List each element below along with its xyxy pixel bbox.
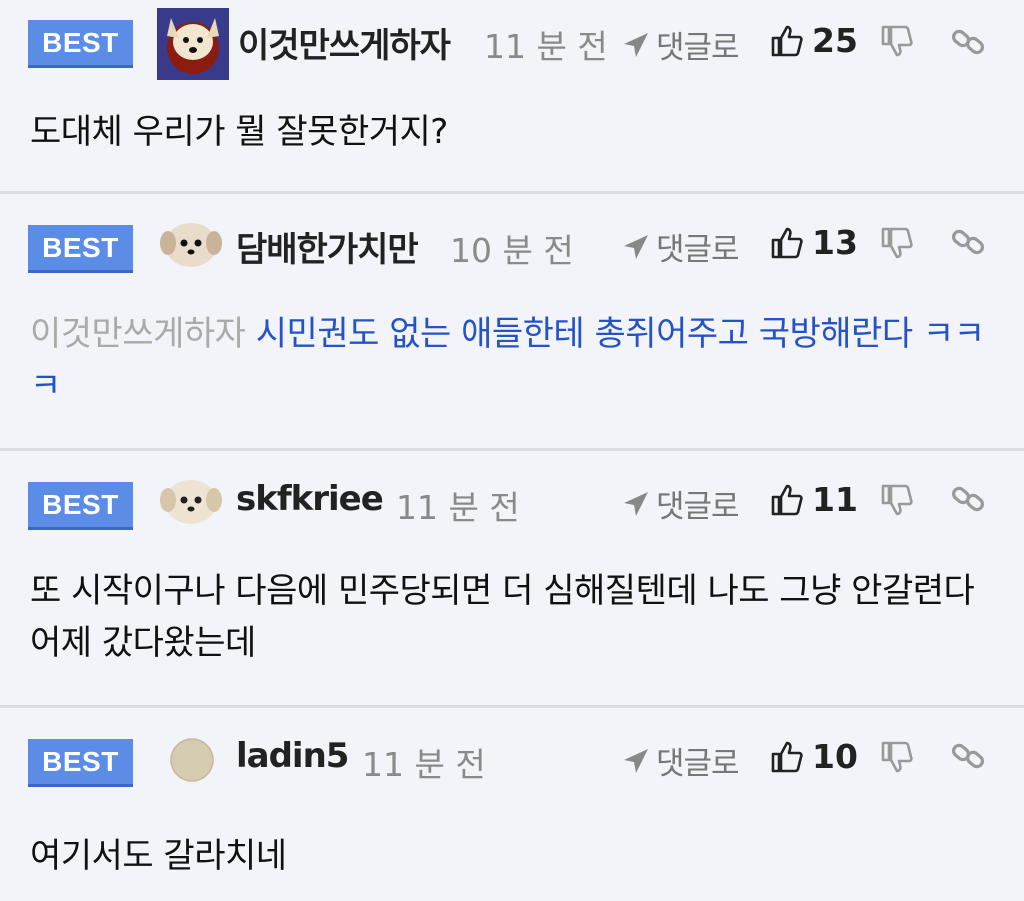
comment-text: 도대체 우리가 뭘 잘못한거지? bbox=[30, 112, 448, 152]
link-icon[interactable] bbox=[950, 738, 986, 774]
like-button[interactable]: 13 bbox=[770, 223, 858, 262]
best-badge: BEST bbox=[28, 482, 133, 530]
timestamp: 11 분 전 bbox=[396, 488, 520, 527]
comment-item: BEST skfkriee 11 분 전 댓글로 11 또 시작이구나 다음에 … bbox=[0, 451, 1024, 708]
reply-button[interactable]: 댓글로 bbox=[620, 22, 740, 67]
user-avatar-default-icon[interactable] bbox=[170, 738, 214, 782]
thumbs-up-icon bbox=[771, 227, 803, 258]
best-badge: BEST bbox=[28, 739, 133, 787]
username[interactable]: 이것만쓰게하자 bbox=[238, 18, 451, 67]
best-badge: BEST bbox=[28, 20, 133, 68]
thumbs-down-icon[interactable] bbox=[880, 24, 914, 58]
thumbs-up-icon bbox=[771, 25, 803, 56]
thumbs-down-icon[interactable] bbox=[880, 226, 914, 260]
comment-item: BEST 이것만쓰게하자 11 분 전 댓글로 25 도대체 우리가 뭘 잘못한… bbox=[0, 0, 1024, 194]
like-count: 13 bbox=[812, 223, 858, 262]
thumbs-up-icon bbox=[771, 741, 803, 772]
like-button[interactable]: 10 bbox=[770, 737, 858, 776]
comment-text: 여기서도 갈라치네 bbox=[30, 836, 287, 876]
user-avatar-dog-icon[interactable] bbox=[157, 8, 229, 80]
thumbs-up-icon bbox=[771, 484, 803, 515]
comment-item: BEST 담배한가치만 10 분 전 댓글로 13 이것만쓰게하자 시민권도 없… bbox=[0, 194, 1024, 451]
arrow-send-icon bbox=[624, 748, 648, 773]
comment-text: 또 시작이구나 다음에 민주당되면 더 심해질텐데 나도 그냥 안갈련다 어제 … bbox=[30, 571, 975, 663]
user-avatar-puppy-icon[interactable] bbox=[160, 476, 222, 526]
arrow-send-icon bbox=[624, 234, 648, 259]
like-button[interactable]: 25 bbox=[770, 21, 858, 60]
reply-button[interactable]: 댓글로 bbox=[620, 738, 740, 783]
reply-mention[interactable]: 이것만쓰게하자 bbox=[30, 314, 246, 354]
reply-label: 댓글로 bbox=[656, 30, 740, 66]
reply-label: 댓글로 bbox=[656, 489, 740, 525]
timestamp: 11 분 전 bbox=[362, 745, 486, 784]
reply-label: 댓글로 bbox=[656, 232, 740, 268]
arrow-send-icon bbox=[624, 491, 648, 516]
reply-button[interactable]: 댓글로 bbox=[620, 481, 740, 526]
thumbs-down-icon[interactable] bbox=[880, 483, 914, 517]
best-badge: BEST bbox=[28, 225, 133, 273]
timestamp: 11 분 전 bbox=[484, 27, 608, 66]
timestamp: 10 분 전 bbox=[450, 231, 574, 270]
link-icon[interactable] bbox=[950, 481, 986, 517]
like-count: 10 bbox=[812, 737, 858, 776]
comment-text: 이것만쓰게하자 시민권도 없는 애들한테 총쥐어주고 국방해란다 ㅋㅋㅋ bbox=[30, 308, 994, 412]
comment-item: BEST ladin5 11 분 전 댓글로 10 여기서도 갈라치네 bbox=[0, 708, 1024, 901]
link-icon[interactable] bbox=[950, 224, 986, 260]
like-count: 25 bbox=[812, 21, 858, 60]
username[interactable]: skfkriee bbox=[236, 479, 384, 519]
reply-button[interactable]: 댓글로 bbox=[620, 224, 740, 269]
username[interactable]: 담배한가치만 bbox=[236, 222, 419, 271]
user-avatar-puppy-icon[interactable] bbox=[160, 219, 222, 269]
reply-label: 댓글로 bbox=[656, 746, 740, 782]
link-icon[interactable] bbox=[950, 24, 986, 60]
like-count: 11 bbox=[812, 480, 858, 519]
arrow-send-icon bbox=[624, 32, 648, 57]
thumbs-down-icon[interactable] bbox=[880, 740, 914, 774]
username[interactable]: ladin5 bbox=[236, 736, 349, 776]
like-button[interactable]: 11 bbox=[770, 480, 858, 519]
